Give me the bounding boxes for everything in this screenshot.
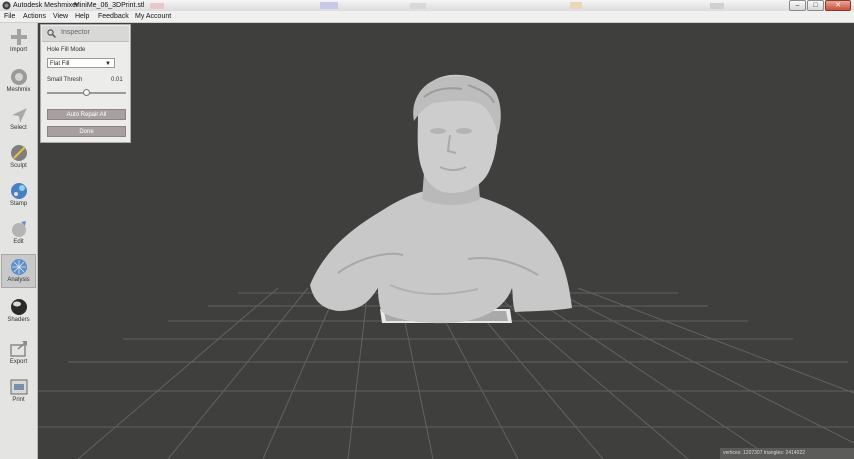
tool-analysis[interactable]: Analysis: [1, 254, 36, 288]
print-icon: [10, 379, 27, 395]
tool-print[interactable]: Print: [1, 375, 36, 409]
inspector-title: Inspector: [61, 29, 90, 36]
tool-print-label: Print: [12, 397, 25, 403]
sculpt-brush-icon: [10, 145, 27, 161]
tool-sculpt[interactable]: Sculpt: [1, 141, 36, 175]
chevron-down-icon: ▼: [105, 61, 111, 67]
tool-import-label: Import: [9, 47, 27, 53]
hole-fill-dropdown[interactable]: Flat Fill ▼: [47, 58, 115, 68]
edit-icon: [11, 221, 26, 237]
tool-sculpt-label: Sculpt: [10, 163, 27, 169]
title-bar: Autodesk Meshmixer MiniMe_06_3DPrint.stl…: [0, 0, 854, 11]
stamp-icon: [10, 183, 27, 199]
maximize-button[interactable]: □: [807, 0, 824, 11]
menu-bar: File Actions View Help Feedback My Accou…: [0, 11, 854, 23]
mesh-stats-status: vertices: 1207307 triangles: 2414022: [720, 448, 854, 459]
plus-icon: [10, 29, 27, 45]
file-name: MiniMe_06_3DPrint.stl: [74, 2, 145, 9]
menu-actions[interactable]: Actions: [23, 11, 46, 22]
meshmix-icon: [10, 69, 27, 85]
tool-import[interactable]: Import: [1, 25, 36, 59]
tool-select[interactable]: Select: [1, 103, 36, 137]
3d-viewport[interactable]: [38, 23, 854, 459]
tool-export[interactable]: Export: [1, 337, 36, 371]
close-button[interactable]: ✕: [825, 0, 851, 11]
small-thresh-label: Small Thresh: [47, 77, 83, 83]
search-icon: [47, 29, 56, 38]
tool-edit-label: Edit: [13, 239, 24, 245]
menu-view[interactable]: View: [53, 11, 68, 22]
hole-fill-label: Hole Fill Mode: [47, 47, 86, 53]
tool-stamp-label: Stamp: [9, 201, 28, 207]
done-button[interactable]: Done: [47, 126, 126, 137]
left-toolbar: Import Meshmix Select Sculpt Stamp Edit …: [0, 23, 38, 459]
inspector-header: Inspector: [42, 26, 129, 42]
tool-meshmix[interactable]: Meshmix: [1, 65, 36, 99]
tool-edit[interactable]: Edit: [1, 217, 36, 251]
menu-help[interactable]: Help: [75, 11, 89, 22]
inspector-panel: Inspector Hole Fill Mode Flat Fill ▼ Sma…: [40, 24, 131, 143]
menu-feedback[interactable]: Feedback: [98, 11, 129, 22]
small-thresh-slider-thumb[interactable]: [83, 89, 90, 96]
tool-select-label: Select: [10, 125, 27, 131]
menu-file[interactable]: File: [4, 11, 15, 22]
auto-repair-all-button[interactable]: Auto Repair All: [47, 109, 126, 120]
shaders-sphere-icon: [10, 299, 27, 315]
small-thresh-value: 0.01: [111, 77, 123, 83]
minimize-button[interactable]: –: [789, 0, 806, 11]
meshmixer-logo-icon: [2, 1, 11, 10]
tool-meshmix-label: Meshmix: [6, 87, 31, 93]
tool-shaders[interactable]: Shaders: [1, 295, 36, 329]
tool-analysis-label: Analysis: [7, 277, 30, 283]
mesh-bust-model: [310, 74, 572, 324]
select-arrow-icon: [11, 108, 27, 123]
export-icon: [9, 341, 27, 357]
tool-stamp[interactable]: Stamp: [1, 179, 36, 213]
hole-fill-value: Flat Fill: [50, 61, 70, 67]
tool-export-label: Export: [9, 359, 28, 365]
app-name: Autodesk Meshmixer: [13, 2, 79, 9]
menu-my-account[interactable]: My Account: [135, 11, 171, 22]
tool-shaders-label: Shaders: [7, 317, 30, 323]
background-window-strip: [150, 2, 724, 9]
analysis-icon: [10, 259, 27, 275]
